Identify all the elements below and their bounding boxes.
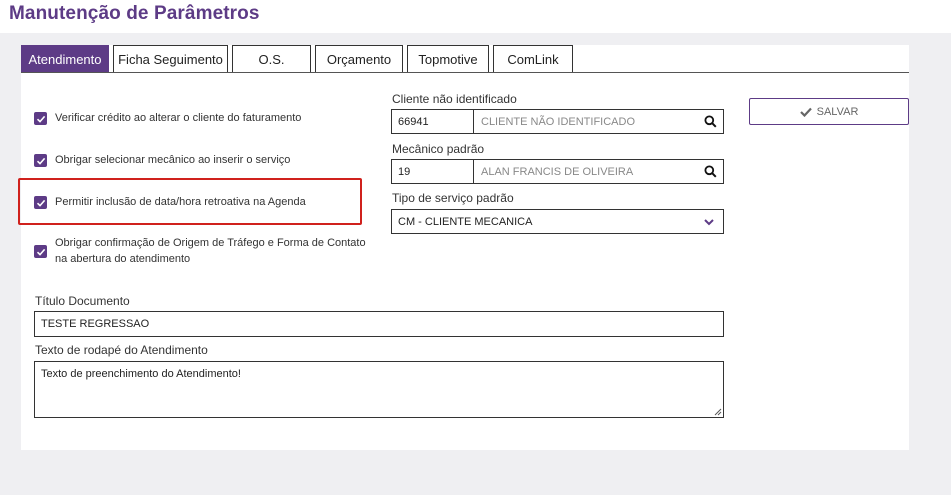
- checkbox-origem-trafego[interactable]: [34, 245, 47, 258]
- resize-grip-icon[interactable]: [714, 408, 722, 416]
- checkbox-label: Obrigar confirmação de Origem de Tráfego…: [55, 235, 366, 267]
- checkbox-obrigar-mecanico[interactable]: [34, 154, 47, 167]
- rodape-textarea[interactable]: Texto de preenchimento do Atendimento!: [34, 361, 724, 418]
- tab-comlink[interactable]: ComLink: [493, 45, 573, 72]
- mecanico-lookup: 19 ALAN FRANCIS DE OLIVEIRA: [391, 159, 724, 184]
- page-header: Manutenção de Parâmetros: [0, 0, 951, 33]
- tab-bar: Atendimento Ficha Seguimento O.S. Orçame…: [21, 45, 577, 73]
- tipo-servico-select[interactable]: CM - CLIENTE MECANICA: [391, 209, 724, 234]
- tipo-servico-label: Tipo de serviço padrão: [392, 191, 514, 205]
- save-button-label: SALVAR: [816, 105, 859, 118]
- cliente-lookup: 66941 CLIENTE NÃO IDENTIFICADO: [391, 109, 724, 134]
- tab-divider: [21, 72, 909, 73]
- tipo-servico-value: CM - CLIENTE MECANICA: [398, 215, 533, 228]
- cliente-label: Cliente não identificado: [392, 92, 517, 106]
- checkbox-label-line1: Obrigar confirmação de Origem de Tráfego…: [55, 237, 366, 249]
- rodape-label: Texto de rodapé do Atendimento: [35, 343, 208, 357]
- cliente-search-button[interactable]: [697, 110, 723, 133]
- mecanico-name-display: ALAN FRANCIS DE OLIVEIRA: [481, 165, 634, 178]
- checkmark-icon: [799, 107, 812, 117]
- search-icon: [704, 165, 717, 178]
- checkbox-label-line2: na abertura do atendimento: [55, 253, 191, 265]
- search-icon: [704, 115, 717, 128]
- rodape-text: Texto de preenchimento do Atendimento!: [41, 368, 241, 380]
- checkbox-verificar-credito[interactable]: [34, 112, 47, 125]
- tab-atendimento[interactable]: Atendimento: [21, 45, 109, 72]
- tab-orcamento[interactable]: Orçamento: [315, 45, 403, 72]
- checkbox-label: Permitir inclusão de data/hora retroativ…: [55, 196, 306, 208]
- check-icon: [36, 115, 45, 123]
- checkbox-row-verificar-credito: Verificar crédito ao alterar o cliente d…: [34, 110, 301, 126]
- cliente-code-input[interactable]: 66941: [392, 110, 474, 133]
- checkbox-label: Verificar crédito ao alterar o cliente d…: [55, 112, 302, 124]
- tab-os[interactable]: O.S.: [232, 45, 311, 72]
- mecanico-code-input[interactable]: 19: [392, 160, 474, 183]
- titulo-documento-label: Título Documento: [35, 294, 130, 308]
- checkbox-label: Obrigar selecionar mecânico ao inserir o…: [55, 154, 291, 166]
- tab-ficha-seguimento[interactable]: Ficha Seguimento: [113, 45, 228, 72]
- cliente-name-display: CLIENTE NÃO IDENTIFICADO: [481, 115, 636, 128]
- checkbox-row-obrigar-mecanico: Obrigar selecionar mecânico ao inserir o…: [34, 152, 290, 168]
- mecanico-search-button[interactable]: [697, 160, 723, 183]
- check-icon: [36, 157, 45, 165]
- check-icon: [36, 199, 45, 207]
- check-icon: [36, 248, 45, 256]
- page-title: Manutenção de Parâmetros: [9, 3, 260, 24]
- titulo-documento-input[interactable]: TESTE REGRESSAO: [34, 311, 724, 337]
- checkbox-row-origem-trafego: Obrigar confirmação de Origem de Tráfego…: [34, 235, 366, 267]
- chevron-down-icon: [704, 219, 714, 226]
- save-button[interactable]: SALVAR: [749, 98, 909, 125]
- checkbox-row-data-retroativa: Permitir inclusão de data/hora retroativ…: [34, 194, 306, 210]
- checkbox-data-retroativa[interactable]: [34, 196, 47, 209]
- mecanico-label: Mecânico padrão: [392, 142, 485, 156]
- tab-topmotive[interactable]: Topmotive: [407, 45, 489, 72]
